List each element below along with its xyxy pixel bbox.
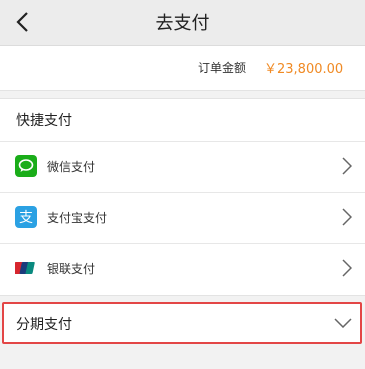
payment-method-label: 支付宝支付 xyxy=(47,211,108,225)
order-amount-row: 订单金额 ￥23,800.00 xyxy=(0,46,365,91)
wechat-pay-icon xyxy=(15,155,37,177)
amount-label: 订单金额 xyxy=(198,61,247,75)
chevron-right-icon xyxy=(342,259,352,277)
chevron-down-icon xyxy=(334,318,352,328)
quick-pay-title: 快捷支付 xyxy=(16,113,72,129)
chevron-right-icon xyxy=(342,208,352,226)
payment-method-wechat[interactable]: 微信支付 xyxy=(0,142,365,192)
chevron-right-icon xyxy=(342,157,352,175)
payment-method-label: 微信支付 xyxy=(47,160,96,174)
top-bar: 去支付 xyxy=(0,0,365,46)
alipay-icon: 支 xyxy=(15,206,37,228)
unionpay-icon xyxy=(12,257,37,279)
quick-pay-section: 快捷支付 微信支付 支 支付宝支付 银联支付 xyxy=(0,98,365,296)
installment-label: 分期支付 xyxy=(16,317,72,333)
page-title: 去支付 xyxy=(155,13,210,34)
svg-text:支: 支 xyxy=(19,210,33,226)
amount-value: ￥23,800.00 xyxy=(264,62,344,77)
installment-payment-toggle[interactable]: 分期支付 xyxy=(2,302,362,344)
payment-method-alipay[interactable]: 支 支付宝支付 xyxy=(0,193,365,243)
payment-method-unionpay[interactable]: 银联支付 xyxy=(0,244,365,294)
payment-method-label: 银联支付 xyxy=(47,262,96,276)
